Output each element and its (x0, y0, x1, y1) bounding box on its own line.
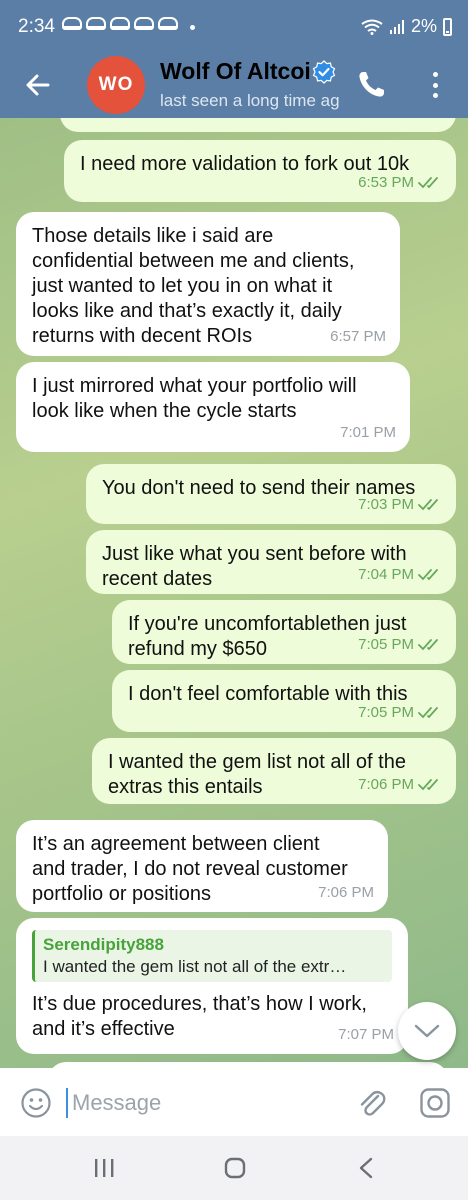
notification-icons (62, 17, 178, 30)
more-vert-icon[interactable] (428, 70, 442, 100)
chevron-down-icon (414, 1024, 440, 1038)
message-time: 7:04 PM (358, 566, 414, 583)
message-time: 7:06 PM (358, 776, 414, 793)
notification-icon (110, 17, 130, 30)
message-list[interactable]: I need more validation to fork out 10k 6… (0, 118, 468, 1068)
message-text: I just mirrored what your portfolio will… (32, 375, 357, 422)
signal-icon (389, 19, 404, 34)
wifi-icon (361, 19, 383, 35)
message-time: 7:05 PM (358, 704, 414, 721)
message-time: 6:53 PM (358, 174, 414, 191)
notification-icon (62, 17, 82, 30)
attach-icon[interactable] (356, 1086, 386, 1120)
last-seen-status: last seen a long time ago (160, 91, 340, 110)
message-bubble-outgoing[interactable]: If you're uncomfortablethen just refund … (112, 600, 456, 664)
message-meta: 7:03 PM (358, 492, 442, 517)
message-bubble-outgoing[interactable]: I wanted the gem list not all of the ext… (92, 738, 456, 804)
message-bubble-incoming[interactable]: Those details like i said are confidenti… (16, 212, 400, 356)
notification-icon (86, 17, 106, 30)
message-meta: 7:05 PM (358, 632, 442, 657)
message-meta: 6:53 PM (358, 170, 442, 195)
home-icon[interactable] (224, 1157, 246, 1179)
message-time: 7:03 PM (358, 496, 414, 513)
message-bubble-outgoing[interactable]: You don't need to send their names 7:03 … (86, 464, 456, 524)
reply-sender-name: Serendipity888 (43, 935, 164, 954)
double-check-icon (418, 778, 438, 790)
avatar[interactable]: WO (87, 56, 145, 114)
status-right: 2% (361, 16, 452, 37)
message-bubble-outgoing[interactable]: I don't feel comfortable with this 7:05 … (112, 670, 456, 732)
battery-percent: 2% (410, 16, 437, 36)
message-bubble-outgoing[interactable]: I need more validation to fork out 10k 6… (64, 140, 456, 202)
contact-info[interactable]: Wolf Of Altcoins last seen a long time a… (160, 58, 340, 111)
verified-badge-icon (312, 60, 336, 84)
message-time: 7:07 PM (338, 1026, 394, 1043)
message-time: 7:01 PM (340, 424, 396, 441)
message-composer (0, 1068, 468, 1136)
battery-icon (443, 17, 452, 36)
message-meta: 7:04 PM (358, 562, 442, 587)
reply-quoted-text: I wanted the gem list not all of the ext… (43, 957, 347, 976)
double-check-icon (418, 706, 438, 718)
double-check-icon (418, 568, 438, 580)
double-check-icon (418, 498, 438, 510)
recents-icon[interactable] (93, 1158, 115, 1178)
system-navigation-bar (0, 1136, 468, 1200)
camera-icon[interactable] (419, 1087, 451, 1119)
phone-icon[interactable] (354, 68, 388, 102)
message-meta: 6:57 PM (330, 324, 386, 349)
message-input[interactable] (66, 1088, 336, 1118)
message-meta: 7:01 PM (340, 420, 396, 445)
message-bubble-partial (60, 118, 456, 132)
double-check-icon (418, 176, 438, 188)
message-meta: 7:06 PM (358, 772, 442, 797)
message-time: 6:57 PM (330, 328, 386, 345)
message-bubble-incoming-reply[interactable]: Serendipity888 I wanted the gem list not… (16, 918, 408, 1054)
back-arrow-icon[interactable] (20, 67, 56, 103)
contact-name: Wolf Of Altcoins (160, 58, 312, 84)
notification-icon (158, 17, 178, 30)
emoji-icon[interactable] (20, 1087, 52, 1119)
message-bubble-incoming[interactable]: It’s an agreement between client and tra… (16, 820, 388, 912)
status-time: 2:34 (18, 16, 55, 37)
scroll-to-bottom-button[interactable] (398, 1002, 456, 1060)
message-time: 7:06 PM (318, 884, 374, 901)
message-meta: 7:05 PM (358, 700, 442, 725)
message-meta: 7:06 PM (318, 880, 374, 905)
double-check-icon (418, 638, 438, 650)
message-bubble-incoming[interactable]: I just mirrored what your portfolio will… (16, 362, 410, 452)
status-bar: 2:34 2% (0, 0, 468, 52)
avatar-initials: WO (98, 74, 134, 95)
nav-back-icon[interactable] (358, 1157, 374, 1179)
reply-preview[interactable]: Serendipity888 I wanted the gem list not… (32, 930, 392, 982)
more-notifications-icon (190, 25, 195, 30)
notification-icon (134, 17, 154, 30)
message-time: 7:05 PM (358, 636, 414, 653)
message-meta: 7:07 PM (338, 1022, 394, 1047)
message-bubble-outgoing[interactable]: Just like what you sent before with rece… (86, 530, 456, 594)
